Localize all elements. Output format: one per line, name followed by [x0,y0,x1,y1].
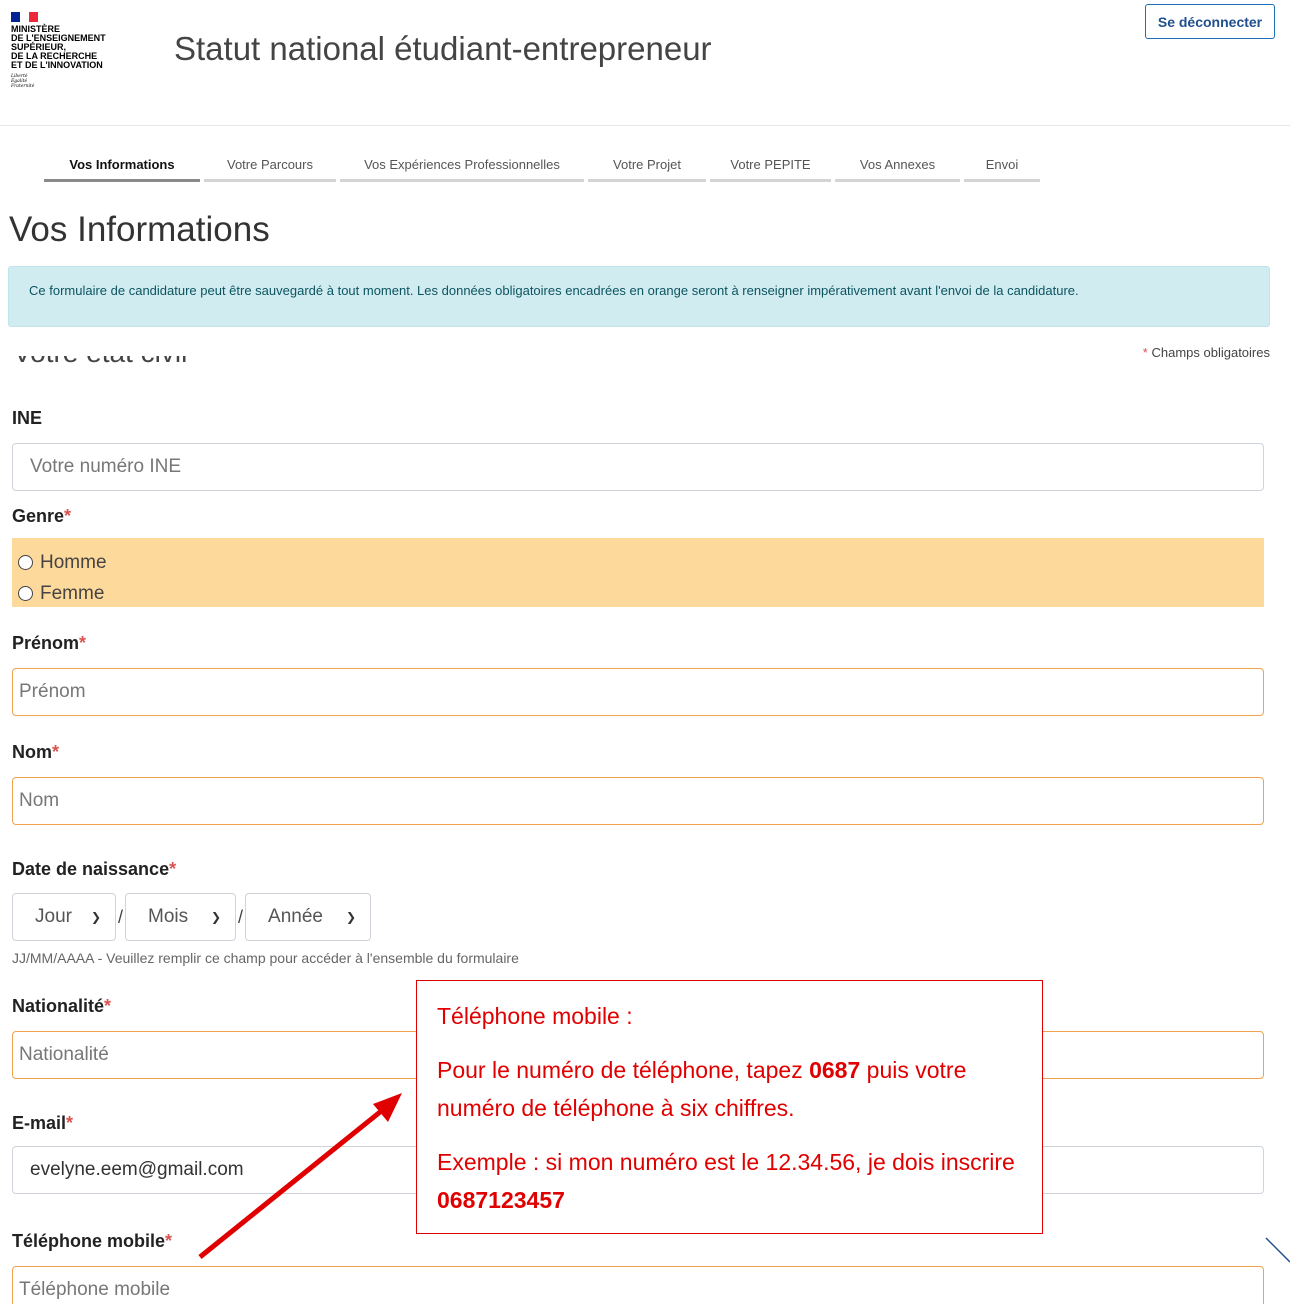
genre-radio-group: Homme Femme [12,538,1264,607]
chevron-down-icon: ❯ [345,910,357,924]
form-tabs: Vos Informations Votre Parcours Vos Expé… [44,152,1040,182]
chevron-down-icon: ❯ [210,910,222,924]
header-divider [0,125,1290,126]
callout-example: Exemple : si mon numéro est le 12.34.56,… [437,1149,1015,1213]
genre-label: Genre* [12,506,72,526]
date-help-text: JJ/MM/AAAA - Veuillez remplir ce champ p… [12,950,519,966]
callout-instruction: Pour le numéro de téléphone, tapez 0687 … [437,1057,967,1121]
nationalite-label: Nationalité* [12,996,112,1016]
chevron-down-icon: ❯ [90,910,101,924]
prenom-label: Prénom* [12,633,87,653]
nom-label: Nom* [12,742,60,762]
ministry-name: MINISTÈRE DE L'ENSEIGNEMENT SUPÉRIEUR, D… [11,24,106,70]
tab-vos-informations[interactable]: Vos Informations [44,152,200,182]
email-label: E-mail* [12,1113,74,1133]
ministry-logo: MINISTÈRE DE L'ENSEIGNEMENT SUPÉRIEUR, D… [11,12,131,89]
ine-label: INE [12,408,43,428]
section-title: Votre état civil [13,356,313,374]
radio-option-homme[interactable]: Homme [12,547,1264,578]
tab-votre-projet[interactable]: Votre Projet [588,152,706,182]
page-title: Vos Informations [9,210,270,249]
tab-vos-annexes[interactable]: Vos Annexes [835,152,960,182]
prenom-input[interactable] [12,668,1264,716]
radio-option-femme[interactable]: Femme [12,578,1264,609]
arrow-head [373,1093,402,1122]
required-fields-note: * Champs obligatoires [1142,345,1270,360]
french-flag-icon [11,12,38,22]
telephone-input[interactable] [12,1266,1264,1304]
telephone-label: Téléphone mobile* [12,1231,173,1251]
phone-instructions-callout: Téléphone mobile : Pour le numéro de tél… [416,980,1043,1234]
logout-button[interactable]: Se déconnecter [1145,4,1275,39]
date-naissance-selects: Jour ❯ / Mois ❯ / Année ❯ [12,893,372,941]
month-select[interactable]: Mois ❯ [125,893,237,941]
app-title: Statut national étudiant-entrepreneur [174,30,712,67]
tab-votre-parcours[interactable]: Votre Parcours [204,152,336,182]
callout-title: Téléphone mobile : [437,1003,633,1029]
tab-experiences-professionnelles[interactable]: Vos Expériences Professionnelles [340,152,584,182]
scroll-corner-mark [1265,1237,1290,1263]
day-select[interactable]: Jour ❯ [12,893,116,941]
radio-button[interactable] [18,586,33,601]
ine-input[interactable] [12,443,1264,491]
tab-votre-pepite[interactable]: Votre PEPITE [710,152,831,182]
date-naissance-label: Date de naissance* [12,859,177,879]
radio-button[interactable] [18,555,33,570]
tab-envoi[interactable]: Envoi [964,152,1040,182]
year-select[interactable]: Année ❯ [245,893,372,941]
info-banner: Ce formulaire de candidature peut être s… [8,266,1270,327]
nom-input[interactable] [12,777,1264,825]
republic-motto: Liberté Égalité Fraternité [11,74,35,89]
